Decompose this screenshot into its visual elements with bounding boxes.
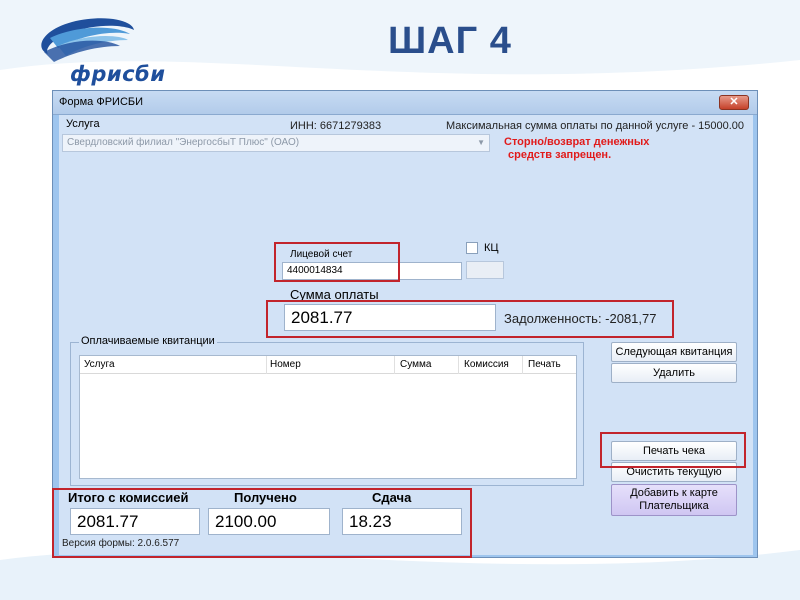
account-label: Лицевой счет	[290, 249, 353, 260]
window-titlebar[interactable]: Форма ФРИСБИ ✕	[53, 91, 757, 115]
clear-current-button[interactable]: Очистить текущую	[611, 462, 737, 482]
print-check-button[interactable]: Печать чека	[611, 441, 737, 461]
storno-warning: Сторно/возврат денежных средств запрещен…	[504, 136, 649, 162]
column-separator	[522, 356, 523, 374]
add-to-card-line1: Добавить к карте	[630, 487, 718, 499]
account-input[interactable]: 4400014834	[282, 262, 462, 280]
total-input[interactable]: 2081.77	[70, 508, 200, 535]
slide-title: ШАГ 4	[388, 20, 512, 62]
storno-warning-line1: Сторно/возврат денежных	[504, 136, 650, 148]
service-select-value: Свердловский филиал "ЭнергосбыТ Плюс" (О…	[67, 137, 300, 148]
window-title: Форма ФРИСБИ	[59, 96, 144, 108]
receipts-table-header: Услуга Номер Сумма Комиссия Печать	[80, 356, 576, 374]
receipts-group: Оплачиваемые квитанции Услуга Номер Сумм…	[70, 335, 584, 486]
logo-text: фрисби	[70, 62, 166, 86]
column-header-print[interactable]: Печать	[528, 359, 561, 370]
received-input[interactable]: 2100.00	[208, 508, 330, 535]
next-receipt-button[interactable]: Следующая квитанция	[611, 342, 737, 362]
service-label: Услуга	[66, 118, 100, 130]
total-label: Итого с комиссией	[68, 490, 189, 505]
service-select[interactable]: Свердловский филиал "ЭнергосбыТ Плюс" (О…	[62, 134, 490, 152]
kc-checkbox[interactable]	[466, 242, 478, 254]
column-header-service[interactable]: Услуга	[84, 359, 115, 370]
column-header-commission[interactable]: Комиссия	[464, 359, 509, 370]
kc-input[interactable]	[466, 261, 504, 279]
change-input[interactable]: 18.23	[342, 508, 462, 535]
kc-label: КЦ	[484, 242, 499, 254]
debt-text: Задолженность: -2081,77	[504, 311, 657, 326]
sum-input[interactable]: 2081.77	[284, 304, 496, 331]
column-header-sum[interactable]: Сумма	[400, 359, 431, 370]
storno-warning-line2: средств запрещен.	[508, 149, 612, 161]
close-button[interactable]: ✕	[719, 95, 749, 110]
inn-text: ИНН: 6671279383	[290, 120, 382, 132]
dropdown-arrow-icon: ▼	[477, 138, 485, 147]
slide: фрисби ШАГ 4 Форма ФРИСБИ ✕ Услуга ИНН: …	[0, 0, 800, 600]
column-header-number[interactable]: Номер	[270, 359, 301, 370]
sum-label: Сумма оплаты	[290, 287, 379, 302]
receipts-table[interactable]: Услуга Номер Сумма Комиссия Печать	[79, 355, 577, 479]
add-to-card-line2: Плательщика	[639, 500, 709, 512]
version-text: Версия формы: 2.0.6.577	[62, 538, 180, 549]
receipts-legend: Оплачиваемые квитанции	[79, 335, 217, 347]
change-label: Сдача	[372, 490, 412, 505]
column-separator	[394, 356, 395, 374]
add-to-card-button[interactable]: Добавить к карте Плательщика	[611, 484, 737, 516]
max-sum-text: Максимальная сумма оплаты по данной услу…	[446, 120, 745, 132]
column-separator	[266, 356, 267, 374]
close-icon: ✕	[729, 96, 739, 108]
column-separator	[458, 356, 459, 374]
received-label: Получено	[234, 490, 297, 505]
delete-button[interactable]: Удалить	[611, 363, 737, 383]
